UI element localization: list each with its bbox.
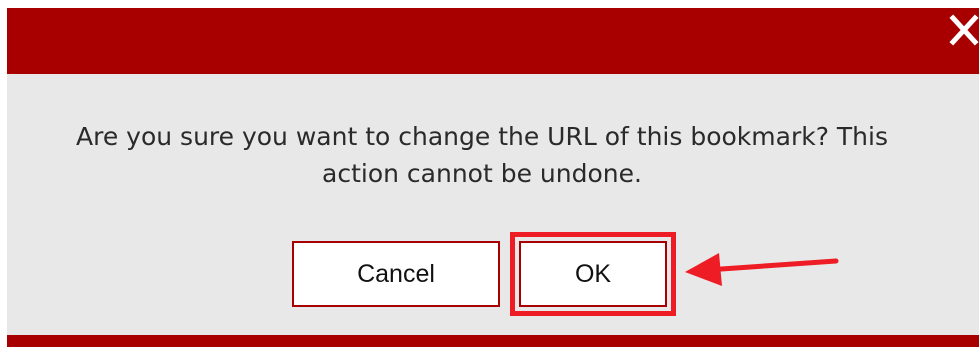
close-icon — [949, 14, 979, 46]
dialog-message: Are you sure you want to change the URL … — [7, 118, 957, 192]
ok-button[interactable]: OK — [519, 241, 667, 307]
message-line-2: action cannot be undone. — [322, 159, 642, 188]
dialog-bottom-bar — [7, 335, 979, 347]
cancel-button[interactable]: Cancel — [292, 241, 500, 307]
close-button[interactable] — [949, 12, 979, 52]
dialog-titlebar — [7, 8, 979, 74]
confirm-dialog: Are you sure you want to change the URL … — [7, 8, 979, 347]
message-line-1: Are you sure you want to change the URL … — [76, 122, 888, 151]
